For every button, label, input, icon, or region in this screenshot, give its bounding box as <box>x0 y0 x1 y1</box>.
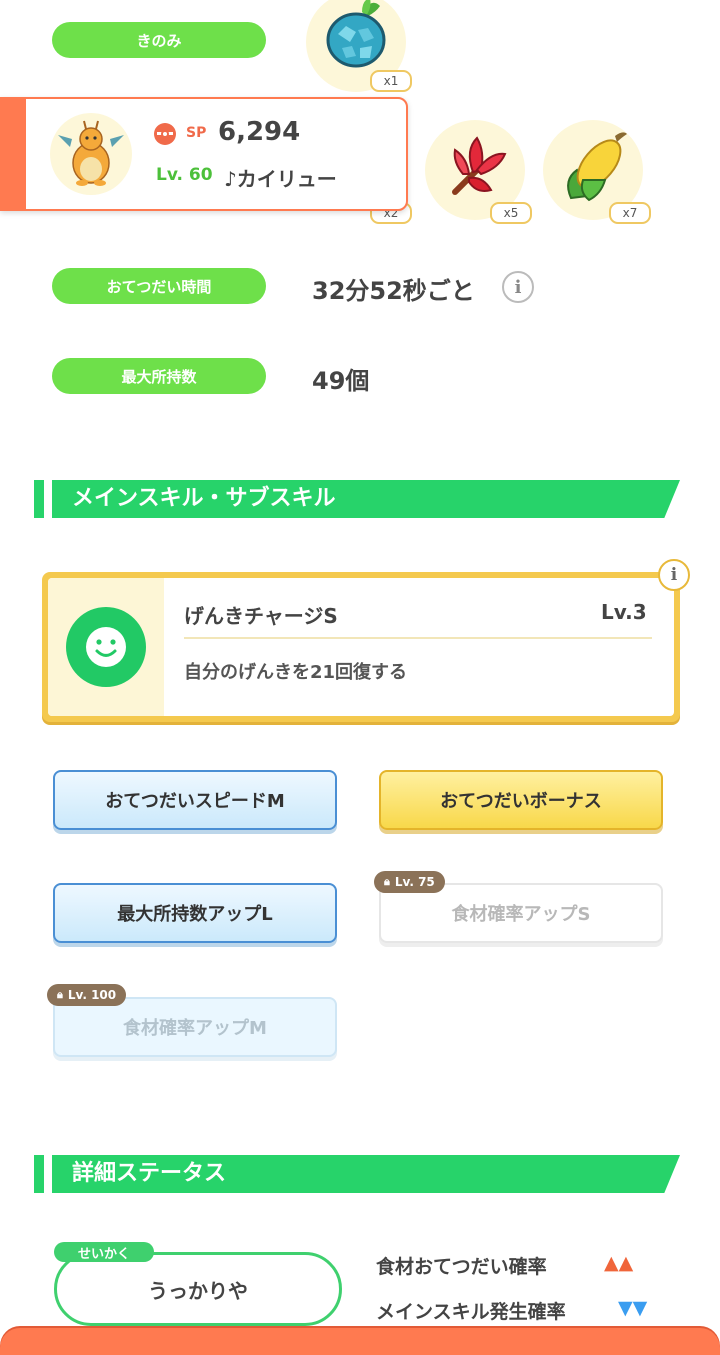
main-skill-card[interactable]: げんきチャージS Lv.3 自分のげんきを21回復する <box>42 572 680 722</box>
nature-stat-down-label: メインスキル発生確率 <box>376 1301 566 1323</box>
max-carry-value: 49個 <box>312 367 370 395</box>
help-time-info-icon[interactable]: i <box>502 271 534 303</box>
bottom-action-bar[interactable] <box>0 1328 720 1355</box>
pokemon-card[interactable]: SP 6,294 Lv. 60 ♪カイリュー <box>0 97 408 211</box>
help-time-value: 32分52秒ごと <box>312 277 475 305</box>
main-skill-inner: げんきチャージS Lv.3 自分のげんきを21回復する <box>48 578 674 716</box>
details-section-title: 詳細ステータス <box>72 1161 227 1186</box>
skills-section-header: メインスキル・サブスキル <box>34 480 680 518</box>
section-notch <box>34 480 44 518</box>
sub-skill-help-speed-m[interactable]: おてつだいスピードM <box>53 770 337 830</box>
section-notch <box>34 1155 44 1193</box>
main-skill-info-icon[interactable]: i <box>658 559 690 591</box>
nature-tag: せいかく <box>54 1242 154 1262</box>
ingredient-leek-count: x5 <box>490 202 532 224</box>
details-section-header: 詳細ステータス <box>34 1155 680 1193</box>
sp-value: 6,294 <box>218 117 301 147</box>
smile-icon <box>66 607 146 687</box>
lock-badge-lv100: 🔒︎ Lv. 100 <box>47 984 127 1006</box>
pokemon-avatar <box>50 113 132 195</box>
max-carry-label: 最大所持数 <box>52 358 266 394</box>
nature-box[interactable]: うっかりや <box>54 1252 342 1326</box>
lock-icon: 🔒︎ <box>57 988 63 1001</box>
sub-skill-ingredient-m-locked[interactable]: 食材確率アップM <box>53 997 337 1057</box>
dragonite-icon <box>58 120 124 186</box>
skills-section-title: メインスキル・サブスキル <box>72 486 336 511</box>
card-accent <box>2 99 26 209</box>
berry-label: きのみ <box>52 22 266 58</box>
main-skill-divider <box>184 637 652 639</box>
lock-icon: 🔒︎ <box>384 875 390 888</box>
nature-stat-up-arrows: ▲▲ <box>604 1252 634 1274</box>
sub-skill-max-carry-l[interactable]: 最大所持数アップL <box>53 883 337 943</box>
pokemon-level: Lv. 60 <box>156 165 213 185</box>
help-time-label: おてつだい時間 <box>52 268 266 304</box>
ingredient-corn-count: x7 <box>609 202 651 224</box>
main-skill-description: 自分のげんきを21回復する <box>184 662 408 683</box>
nature-stat-up-label: 食材おてつだい確率 <box>376 1256 547 1278</box>
main-skill-name: げんきチャージS <box>184 604 338 628</box>
nature-stat-down-arrows: ▼▼ <box>618 1297 648 1319</box>
sp-label: SP <box>186 125 207 141</box>
berry-count: x1 <box>370 70 412 92</box>
sp-icon <box>154 123 176 145</box>
pokemon-name: ♪カイリュー <box>224 167 337 191</box>
lock-badge-lv75: 🔒︎ Lv. 75 <box>374 871 445 893</box>
sub-skill-help-bonus[interactable]: おてつだいボーナス <box>379 770 663 830</box>
main-skill-level: Lv.3 <box>601 600 647 624</box>
